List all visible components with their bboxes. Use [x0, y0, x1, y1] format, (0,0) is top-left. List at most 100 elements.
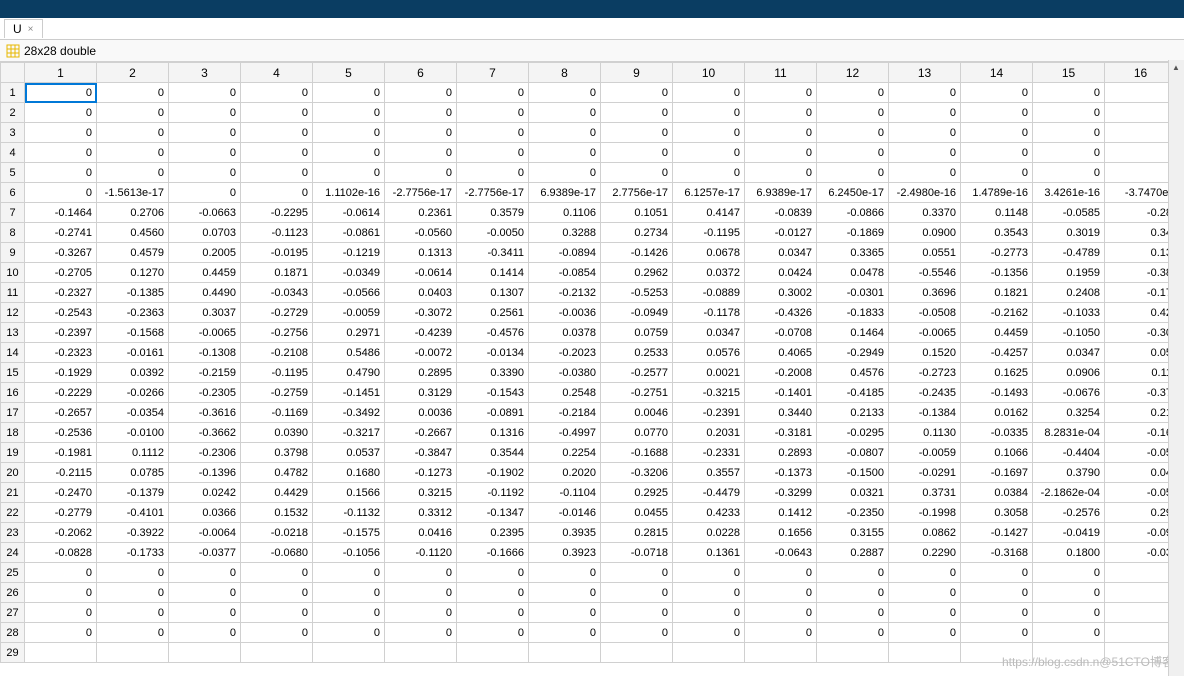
- row-header[interactable]: 23: [1, 523, 25, 543]
- data-cell[interactable]: [457, 643, 529, 663]
- column-header[interactable]: 4: [241, 63, 313, 83]
- data-cell[interactable]: -0.0335: [961, 423, 1033, 443]
- data-cell[interactable]: -0.2391: [673, 403, 745, 423]
- column-header[interactable]: 9: [601, 63, 673, 83]
- data-cell[interactable]: 0.2005: [169, 243, 241, 263]
- data-cell[interactable]: -0.0343: [241, 283, 313, 303]
- data-cell[interactable]: -0.0127: [745, 223, 817, 243]
- data-cell[interactable]: -0.2062: [25, 523, 97, 543]
- data-cell[interactable]: -0.0889: [673, 283, 745, 303]
- data-cell[interactable]: 0.0162: [961, 403, 1033, 423]
- data-cell[interactable]: -0.2023: [529, 343, 601, 363]
- data-cell[interactable]: [1105, 143, 1177, 163]
- data-cell[interactable]: -0.1373: [745, 463, 817, 483]
- data-cell[interactable]: 0: [97, 163, 169, 183]
- data-cell[interactable]: 0: [169, 563, 241, 583]
- data-cell[interactable]: -0.3072: [385, 303, 457, 323]
- data-cell[interactable]: [1105, 643, 1177, 663]
- data-cell[interactable]: 0.2815: [601, 523, 673, 543]
- data-cell[interactable]: 0: [457, 163, 529, 183]
- data-cell[interactable]: 0: [1033, 583, 1105, 603]
- data-cell[interactable]: 0: [97, 603, 169, 623]
- column-header[interactable]: 13: [889, 63, 961, 83]
- data-cell[interactable]: -0.2331: [673, 443, 745, 463]
- data-cell[interactable]: 0.2254: [529, 443, 601, 463]
- data-cell[interactable]: [385, 643, 457, 663]
- data-cell[interactable]: -0.1379: [97, 483, 169, 503]
- data-cell[interactable]: -0.0676: [1033, 383, 1105, 403]
- data-cell[interactable]: 0: [529, 583, 601, 603]
- data-cell[interactable]: -0.2667: [385, 423, 457, 443]
- data-cell[interactable]: -0.5546: [889, 263, 961, 283]
- row-header[interactable]: 6: [1, 183, 25, 203]
- data-cell[interactable]: [1105, 603, 1177, 623]
- data-cell[interactable]: [961, 643, 1033, 663]
- data-cell[interactable]: 0: [385, 563, 457, 583]
- data-cell[interactable]: 0: [169, 583, 241, 603]
- data-cell[interactable]: -0.1123: [241, 223, 313, 243]
- data-cell[interactable]: 6.2450e-17: [817, 183, 889, 203]
- data-cell[interactable]: -2.7756e-17: [457, 183, 529, 203]
- data-cell[interactable]: [1105, 103, 1177, 123]
- data-cell[interactable]: [313, 643, 385, 663]
- data-cell[interactable]: -2.7756e-17: [385, 183, 457, 203]
- data-cell[interactable]: -0.0680: [241, 543, 313, 563]
- data-cell[interactable]: -0.5253: [601, 283, 673, 303]
- data-cell[interactable]: 0.4782: [241, 463, 313, 483]
- data-cell[interactable]: -0.05: [1105, 443, 1177, 463]
- data-cell[interactable]: 0: [745, 563, 817, 583]
- data-cell[interactable]: 0.0021: [673, 363, 745, 383]
- data-cell[interactable]: 0: [25, 583, 97, 603]
- data-cell[interactable]: -2.1862e-04: [1033, 483, 1105, 503]
- data-cell[interactable]: 0: [601, 143, 673, 163]
- data-cell[interactable]: -0.1833: [817, 303, 889, 323]
- data-cell[interactable]: 0.0416: [385, 523, 457, 543]
- data-cell[interactable]: 0.2533: [601, 343, 673, 363]
- data-cell[interactable]: 0: [817, 143, 889, 163]
- data-cell[interactable]: 0.0366: [169, 503, 241, 523]
- data-cell[interactable]: 0: [169, 143, 241, 163]
- data-cell[interactable]: 0.1625: [961, 363, 1033, 383]
- data-cell[interactable]: -0.1192: [457, 483, 529, 503]
- data-cell[interactable]: 0.2887: [817, 543, 889, 563]
- data-cell[interactable]: -0.2949: [817, 343, 889, 363]
- data-cell[interactable]: 8.2831e-04: [1033, 423, 1105, 443]
- data-cell[interactable]: 0: [25, 103, 97, 123]
- data-cell[interactable]: 0.0036: [385, 403, 457, 423]
- data-cell[interactable]: -0.2323: [25, 343, 97, 363]
- data-cell[interactable]: -0.0566: [313, 283, 385, 303]
- data-cell[interactable]: -0.2305: [169, 383, 241, 403]
- row-header[interactable]: 2: [1, 103, 25, 123]
- data-cell[interactable]: 0: [889, 163, 961, 183]
- data-cell[interactable]: 0: [241, 123, 313, 143]
- data-cell[interactable]: 0: [241, 103, 313, 123]
- data-cell[interactable]: 0: [1033, 563, 1105, 583]
- data-cell[interactable]: [1105, 163, 1177, 183]
- data-cell[interactable]: 0.1520: [889, 343, 961, 363]
- data-cell[interactable]: 0.2290: [889, 543, 961, 563]
- data-cell[interactable]: 0.1316: [457, 423, 529, 443]
- data-cell[interactable]: -0.3922: [97, 523, 169, 543]
- data-cell[interactable]: -0.1869: [817, 223, 889, 243]
- data-cell[interactable]: -0.2779: [25, 503, 97, 523]
- data-cell[interactable]: 0: [529, 83, 601, 103]
- data-cell[interactable]: 0.3215: [385, 483, 457, 503]
- data-cell[interactable]: 0.3923: [529, 543, 601, 563]
- data-cell[interactable]: 0.1680: [313, 463, 385, 483]
- data-cell[interactable]: -0.38: [1105, 263, 1177, 283]
- data-cell[interactable]: 0.29: [1105, 503, 1177, 523]
- data-cell[interactable]: -0.2435: [889, 383, 961, 403]
- data-cell[interactable]: 0: [889, 143, 961, 163]
- data-cell[interactable]: 0.3731: [889, 483, 961, 503]
- data-cell[interactable]: 0: [25, 143, 97, 163]
- row-header[interactable]: 12: [1, 303, 25, 323]
- data-cell[interactable]: 0: [169, 623, 241, 643]
- data-cell[interactable]: 0.2133: [817, 403, 889, 423]
- data-cell[interactable]: [1105, 83, 1177, 103]
- data-cell[interactable]: 0: [889, 123, 961, 143]
- data-cell[interactable]: 0: [529, 123, 601, 143]
- data-cell[interactable]: -0.4326: [745, 303, 817, 323]
- data-cell[interactable]: 0.5486: [313, 343, 385, 363]
- data-cell[interactable]: [601, 643, 673, 663]
- data-cell[interactable]: 0.1656: [745, 523, 817, 543]
